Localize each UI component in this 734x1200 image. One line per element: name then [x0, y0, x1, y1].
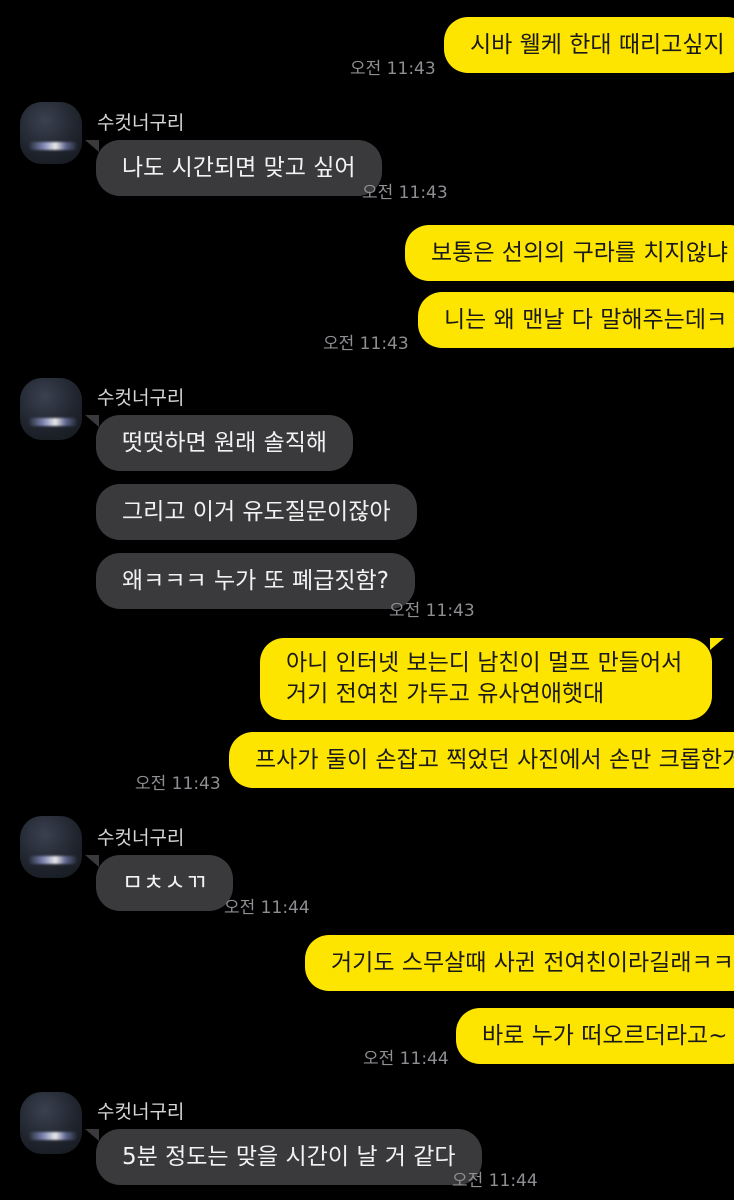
bubble-tail	[85, 415, 99, 427]
my-message-bubble[interactable]: 니는 왜 맨날 다 말해주는데ㅋ	[418, 292, 734, 348]
contact-name: 수컷너구리	[97, 827, 185, 849]
my-message-bubble[interactable]: 거기도 스무살때 사귄 전여친이라길래ㅋㅋ	[305, 935, 734, 991]
message-time: 오전 11:43	[350, 59, 436, 79]
message-time: 오전 11:44	[224, 898, 310, 918]
their-message-bubble[interactable]: 나도 시간되면 맞고 싶어	[96, 140, 382, 196]
bubble-tail	[710, 638, 724, 650]
my-message-bubble[interactable]: 프사가 둘이 손잡고 찍었던 사진에서 손만 크롭한거	[229, 732, 734, 788]
bubble-tail	[710, 225, 724, 237]
their-message-bubble[interactable]: 5분 정도는 맞을 시간이 날 거 같다	[96, 1129, 482, 1185]
contact-avatar[interactable]	[20, 102, 82, 164]
contact-name: 수컷너구리	[97, 387, 185, 409]
my-message-bubble[interactable]: 시바 웰케 한대 때리고싶지	[444, 17, 734, 73]
bubble-tail	[85, 1129, 99, 1141]
my-message-bubble[interactable]: 바로 누가 떠오르더라고~	[456, 1008, 734, 1064]
contact-avatar[interactable]	[20, 816, 82, 878]
bubble-tail	[710, 17, 724, 29]
their-message-bubble[interactable]: 그리고 이거 유도질문이잖아	[96, 484, 417, 540]
their-message-bubble[interactable]: ㅁㅊㅅㄲ	[96, 855, 233, 911]
bubble-tail	[710, 935, 724, 947]
their-message-bubble[interactable]: 왜ㅋㅋㅋ 누가 또 폐급짓함?	[96, 553, 415, 609]
chat-area[interactable]: 오전 11:43 시바 웰케 한대 때리고싶지 수컷너구리 나도 시간되면 맞고…	[0, 0, 734, 1200]
message-time: 오전 11:44	[452, 1171, 538, 1191]
message-time: 오전 11:43	[389, 601, 475, 621]
message-time: 오전 11:43	[135, 774, 221, 794]
bubble-tail	[85, 140, 99, 152]
my-message-bubble[interactable]: 아니 인터넷 보는디 남친이 멀프 만들어서 거기 전여친 가두고 유사연애햇대	[260, 638, 712, 720]
message-time: 오전 11:43	[362, 183, 448, 203]
contact-avatar[interactable]	[20, 1092, 82, 1154]
my-message-bubble[interactable]: 보통은 선의의 구라를 치지않냐	[405, 225, 734, 281]
message-time: 오전 11:43	[323, 334, 409, 354]
bubble-tail	[85, 855, 99, 867]
their-message-bubble[interactable]: 떳떳하면 원래 솔직해	[96, 415, 354, 471]
contact-avatar[interactable]	[20, 378, 82, 440]
message-time: 오전 11:44	[363, 1049, 449, 1069]
contact-name: 수컷너구리	[97, 1101, 185, 1123]
contact-name: 수컷너구리	[97, 112, 185, 134]
